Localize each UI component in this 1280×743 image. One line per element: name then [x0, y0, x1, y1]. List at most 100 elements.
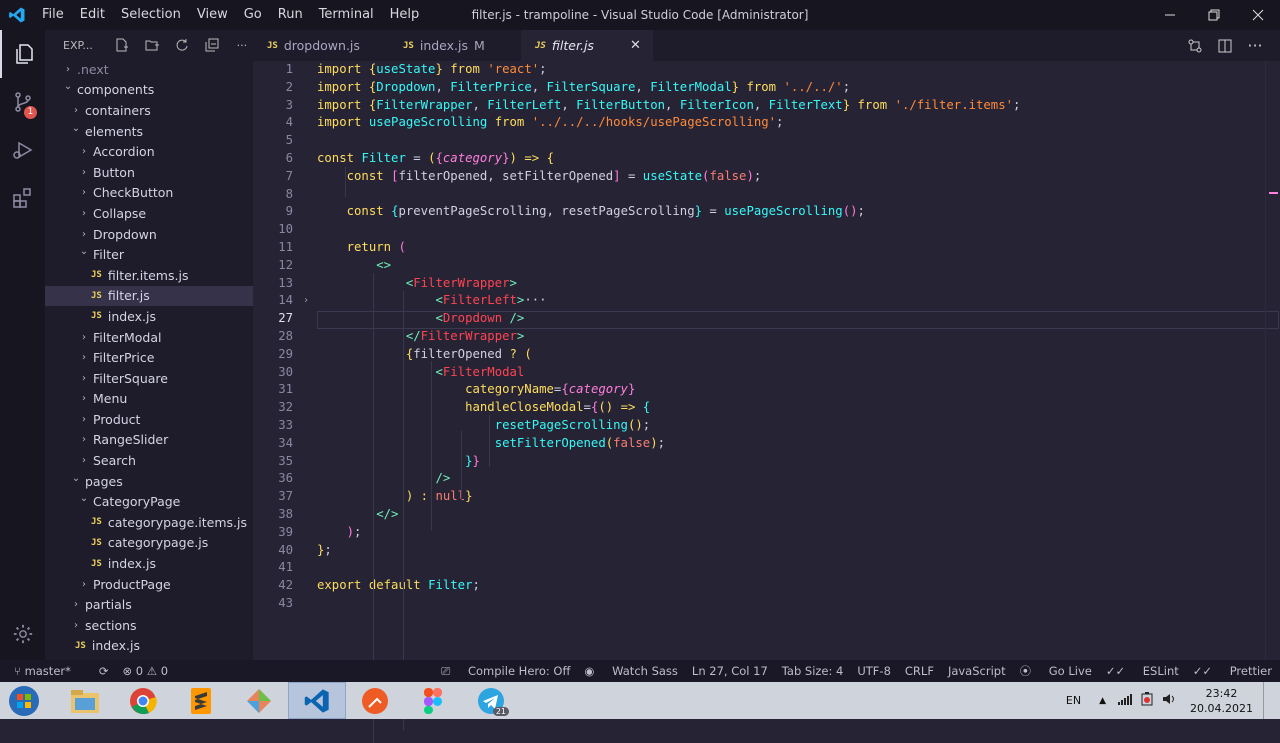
telegram-icon[interactable]: 21 — [462, 682, 520, 719]
indent-guide — [431, 361, 432, 531]
compile-hero-status[interactable]: ⎚ Compile Hero: Off — [441, 664, 570, 679]
open-changes-icon[interactable] — [1180, 39, 1210, 53]
figma-icon[interactable] — [404, 682, 462, 719]
menu-terminal[interactable]: Terminal — [311, 0, 382, 30]
cursor-position[interactable]: Ln 27, Col 17 — [692, 664, 768, 678]
tree-folder[interactable]: › Accordion — [45, 141, 253, 162]
fold-chevron-icon[interactable]: › — [303, 292, 309, 310]
menu-file[interactable]: File — [34, 0, 72, 30]
run-debug-icon[interactable] — [0, 126, 45, 174]
restore-button[interactable] — [1192, 0, 1236, 30]
tree-folder[interactable]: › Button — [45, 162, 253, 183]
tree-label: RangeSlider — [93, 432, 169, 448]
tree-folder[interactable]: ⌄ Filter — [45, 244, 253, 265]
tree-folder[interactable]: › Product — [45, 409, 253, 430]
menu-help[interactable]: Help — [382, 0, 428, 30]
menu-go[interactable]: Go — [236, 0, 270, 30]
postman-icon[interactable] — [346, 682, 404, 719]
tree-file[interactable]: JS index.js — [45, 306, 253, 327]
battery-icon[interactable] — [1140, 692, 1154, 709]
settings-gear-icon[interactable] — [0, 610, 45, 658]
chevron-right-icon: › — [82, 578, 86, 590]
start-button-icon[interactable] — [0, 682, 48, 719]
language-indicator[interactable]: EN — [1066, 694, 1081, 707]
gitkraken-icon[interactable] — [230, 682, 288, 719]
editor-more-icon[interactable]: ··· — [1240, 36, 1270, 55]
menu-edit[interactable]: Edit — [72, 0, 113, 30]
tree-file[interactable]: JS filter.js — [45, 285, 253, 307]
line-number: 9 — [285, 204, 293, 219]
problems-status[interactable]: ⊗ 0 ⚠ 0 — [123, 664, 169, 678]
tree-folder[interactable]: › FilterModal — [45, 327, 253, 348]
network-icon[interactable] — [1118, 693, 1133, 708]
close-button[interactable] — [1236, 0, 1280, 30]
code-editor[interactable]: 1 import {useState} from 'react'; 2 import … — [253, 61, 1280, 743]
activity-bar: 1 — [0, 30, 45, 660]
tree-file[interactable]: JS categorypage.items.js — [45, 512, 253, 533]
eslint-status[interactable]: ✓✓ ESLint — [1106, 664, 1179, 678]
explorer-icon[interactable] — [0, 30, 45, 78]
new-file-icon[interactable] — [107, 38, 137, 52]
tree-folder[interactable]: › .next — [45, 59, 253, 80]
tab-index-js[interactable]: JS index.js M — [389, 30, 521, 61]
menu-view[interactable]: View — [189, 0, 236, 30]
line-ending[interactable]: CRLF — [905, 664, 934, 678]
tree-folder[interactable]: › Collapse — [45, 203, 253, 224]
tree-folder[interactable]: › ProductPage — [45, 574, 253, 595]
tree-folder[interactable]: › Menu — [45, 389, 253, 410]
js-file-icon: JS — [267, 40, 278, 51]
encoding[interactable]: UTF-8 — [857, 664, 891, 678]
tree-folder[interactable]: › FilterPrice — [45, 347, 253, 368]
sync-icon[interactable]: ⟳ — [99, 664, 109, 678]
tree-folder[interactable]: › RangeSlider — [45, 430, 253, 451]
collapse-all-icon[interactable] — [197, 38, 227, 52]
split-editor-icon[interactable] — [1210, 39, 1240, 53]
tree-folder[interactable]: › Search — [45, 450, 253, 471]
tab-size[interactable]: Tab Size: 4 — [782, 664, 844, 678]
system-tray: EN ▲ 23:42 20.04.2021 — [1066, 682, 1272, 719]
close-tab-icon[interactable]: ✕ — [630, 38, 641, 53]
tree-file[interactable]: JS filter.items.js — [45, 265, 253, 286]
new-folder-icon[interactable] — [137, 38, 167, 52]
tree-folder[interactable]: › FilterSquare — [45, 368, 253, 389]
tab-dropdown-js[interactable]: JS dropdown.js — [253, 30, 389, 61]
watch-sass-status[interactable]: ◉ Watch Sass — [584, 664, 678, 678]
tree-file[interactable]: JS categorypage.js — [45, 533, 253, 554]
tray-expand-icon[interactable]: ▲ — [1099, 696, 1106, 706]
code-text: </> — [376, 507, 399, 521]
line-number: 30 — [278, 364, 293, 379]
prettier-status[interactable]: ✓✓ Prettier — [1193, 664, 1272, 678]
source-control-icon[interactable]: 1 — [0, 78, 45, 126]
tree-file[interactable]: JS index.js — [45, 636, 253, 657]
tree-folder[interactable]: › CheckButton — [45, 183, 253, 204]
editor-scrollbar[interactable] — [1265, 61, 1280, 660]
tree-folder[interactable]: ⌄ CategoryPage — [45, 491, 253, 512]
show-desktop-button[interactable] — [1263, 682, 1272, 719]
extensions-icon[interactable] — [0, 174, 45, 222]
refresh-icon[interactable] — [167, 38, 197, 52]
language-mode[interactable]: JavaScript — [948, 664, 1006, 678]
tree-folder[interactable]: › sections — [45, 615, 253, 636]
chrome-icon[interactable] — [114, 682, 172, 719]
code-line: 32 handleCloseModal={() => { — [253, 399, 1273, 417]
go-live-status[interactable]: ⦿ Go Live — [1020, 663, 1092, 679]
volume-icon[interactable] — [1162, 692, 1176, 709]
file-explorer-icon[interactable] — [56, 682, 114, 719]
branch-status[interactable]: ⑂ master* — [14, 664, 85, 678]
minimize-button[interactable] — [1148, 0, 1192, 30]
tree-folder[interactable]: › Dropdown — [45, 224, 253, 245]
menu-selection[interactable]: Selection — [113, 0, 189, 30]
tree-file[interactable]: JS index.js — [45, 553, 253, 574]
sublime-text-icon[interactable] — [172, 682, 230, 719]
tree-folder[interactable]: › containers — [45, 100, 253, 121]
code-text: categoryName={category} — [465, 382, 636, 397]
menu-run[interactable]: Run — [270, 0, 311, 30]
indent-guide — [461, 431, 462, 501]
clock[interactable]: 23:42 20.04.2021 — [1190, 686, 1253, 716]
vscode-taskbar-icon[interactable] — [288, 682, 346, 719]
tree-folder[interactable]: ⌄ elements — [45, 121, 253, 142]
tree-folder[interactable]: ⌄ pages — [45, 471, 253, 492]
tree-folder[interactable]: ⌄ components — [45, 80, 253, 101]
tree-folder[interactable]: › partials — [45, 594, 253, 615]
tab-filter-js[interactable]: JS filter.js ✕ — [521, 30, 653, 61]
